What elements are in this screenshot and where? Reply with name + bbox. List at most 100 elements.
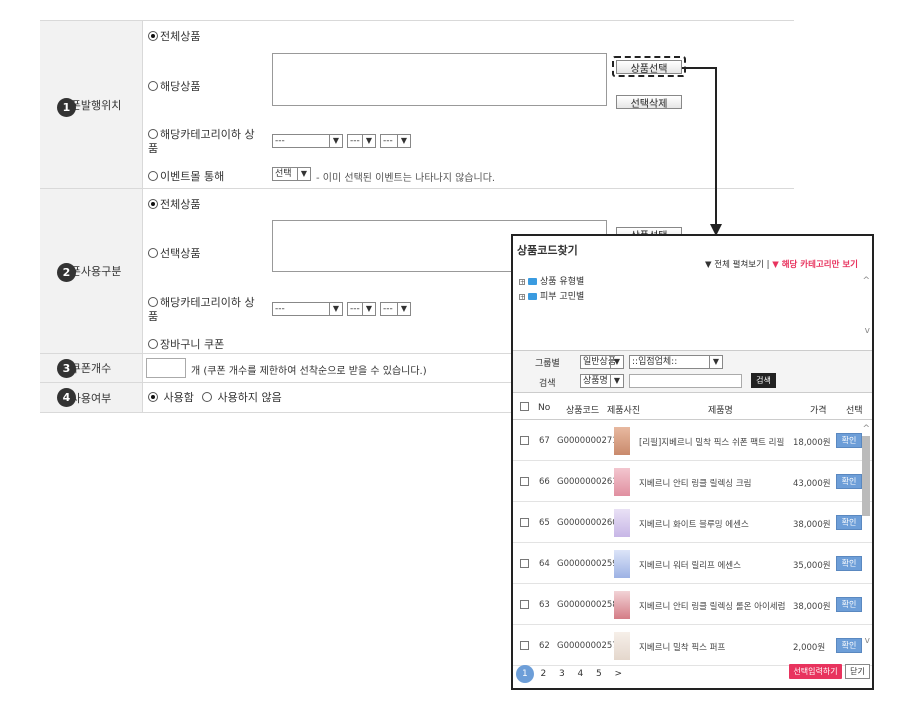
chevron-down-icon: ▼ [362,303,375,315]
radio-no-use[interactable]: 사용하지 않음 [202,391,282,405]
row-code: G0000000259 [557,559,618,569]
chevron-up-icon[interactable]: ^ [862,276,870,286]
confirm-button[interactable]: 확인 [836,515,862,530]
tree-controls: ▼ 전체 펼쳐보기 | ▼ 해당 카테고리만 보기 [705,258,858,270]
radio-all-products[interactable]: 전체상품 [148,198,200,212]
only-category-link[interactable]: ▼ 해당 카테고리만 보기 [772,260,858,270]
table-row: 63 G0000000258 지베르니 안티 링클 릴렉싱 롤온 아이세럼 38,00… [513,585,872,625]
select-all-checkbox[interactable] [520,402,529,411]
event-note: - 이미 선택된 이벤트는 나타나지 않습니다. [316,173,496,184]
radio-icon [148,31,158,41]
confirm-button[interactable]: 확인 [836,433,862,448]
chevron-up-icon[interactable]: ^ [862,424,870,434]
radio-category[interactable]: 해당카테고리이하 상품 [148,296,263,324]
radio-icon [148,199,158,209]
radio-use[interactable]: 사용함 [148,391,194,405]
delete-selection-button[interactable]: 선택삭제 [616,95,682,110]
step-badge-2: 2 [57,263,76,282]
table-row: 65 G0000000260 지베르니 화이트 블루밍 에센스 38,000원 확인 [513,503,872,543]
page-link[interactable]: 4 [578,669,584,679]
category-select-1[interactable]: --- ▼ [272,302,343,316]
row-no: 66 [539,477,550,487]
product-thumbnail [614,591,630,619]
row-code: G0000000261 [557,477,618,487]
tree-label: 상품 유형별 [540,277,585,287]
radio-event-mall[interactable]: 이벤트몰 통해 [148,170,224,184]
col-photo: 제품사진 [607,406,641,416]
page-link[interactable]: 2 [541,669,547,679]
search-input[interactable] [629,374,742,388]
product-list-box[interactable] [272,53,607,106]
radio-cart-coupon[interactable]: 장바구니 쿠폰 [148,338,224,352]
radio-icon [148,81,158,91]
step-badge-1: 1 [57,98,76,117]
row-checkbox[interactable] [520,559,529,568]
submit-selection-button[interactable]: 선택입력하기 [789,664,842,679]
search-field-select[interactable]: 상품명 ▼ [580,374,624,388]
row-checkbox[interactable] [520,477,529,486]
close-button[interactable]: 닫기 [845,664,870,679]
page-link[interactable]: 1 [522,669,528,679]
select-value: --- [350,304,360,314]
radio-icon [148,171,158,181]
row-checkbox[interactable] [520,518,529,527]
category-select-1[interactable]: --- ▼ [272,134,343,148]
chevron-down-icon: ▼ [362,135,375,147]
tree-label: 피부 고민별 [540,292,585,302]
select-value: --- [275,304,285,314]
col-select: 선택 [846,406,863,416]
chevron-down-icon: ▼ [329,303,342,315]
row-label: 쿠폰사용구분 [40,189,143,353]
connector-arrow [682,67,722,236]
next-page-link[interactable]: > [615,669,623,679]
page-link[interactable]: 5 [596,669,602,679]
category-select-3[interactable]: --- ▼ [380,302,411,316]
category-select-2[interactable]: --- ▼ [347,302,376,316]
vendor-select[interactable]: ::입점업체:: ▼ [629,355,723,369]
select-value: ::입점업체:: [632,357,678,367]
row-checkbox[interactable] [520,436,529,445]
radio-label: 선택상품 [160,247,201,260]
select-product-button[interactable]: 상품선택 [616,60,682,75]
radio-all-products[interactable]: 전체상품 [148,30,200,44]
page-link[interactable]: 3 [559,669,565,679]
tree-item-skin-concern[interactable]: + 피부 고민별 [519,289,584,302]
chevron-down-icon: ▼ [709,356,722,368]
search-button[interactable]: 검색 [751,373,776,388]
product-thumbnail [614,427,630,455]
expand-all-link[interactable]: ▼ 전체 펼쳐보기 [705,260,764,270]
table-row: 64 G0000000259 지베르니 워터 릴리프 에센스 35,000원 확인 [513,544,872,584]
product-thumbnail [614,509,630,537]
category-select-3[interactable]: --- ▼ [380,134,411,148]
category-select-2[interactable]: --- ▼ [347,134,376,148]
coupon-count-input[interactable] [146,358,186,378]
radio-specific-product[interactable]: 해당상품 [148,80,200,94]
row-price: 43,000원 [793,479,831,489]
row-name: 지베르니 안티 링클 릴렉싱 크림 [639,479,752,489]
select-value: --- [275,136,285,146]
row-checkbox[interactable] [520,600,529,609]
plus-icon[interactable]: + [519,279,525,286]
confirm-button[interactable]: 확인 [836,556,862,571]
confirm-button[interactable]: 확인 [836,474,862,489]
radio-label: 전체상품 [160,30,201,43]
select-value: 상품명 [583,376,608,386]
chevron-down-icon[interactable]: v [865,326,870,336]
scrollbar-thumb[interactable] [862,436,870,516]
row-checkbox[interactable] [520,641,529,650]
tree-item-product-type[interactable]: + 상품 유형별 [519,274,584,287]
row-price: 18,000원 [793,438,831,448]
plus-icon[interactable]: + [519,294,525,301]
event-select[interactable]: 선택 ▼ [272,167,311,181]
folder-icon [528,278,537,285]
chevron-down-icon[interactable]: v [865,636,870,646]
radio-selected-products[interactable]: 선택상품 [148,247,200,261]
row-no: 65 [539,518,550,528]
chevron-down-icon: ▼ [610,356,623,368]
col-name: 제품명 [708,406,733,416]
group-select[interactable]: 일반상품 ▼ [580,355,624,369]
confirm-button[interactable]: 확인 [836,638,862,653]
step-badge-4: 4 [57,388,76,407]
confirm-button[interactable]: 확인 [836,597,862,612]
radio-category[interactable]: 해당카테고리이하 상품 [148,128,263,156]
